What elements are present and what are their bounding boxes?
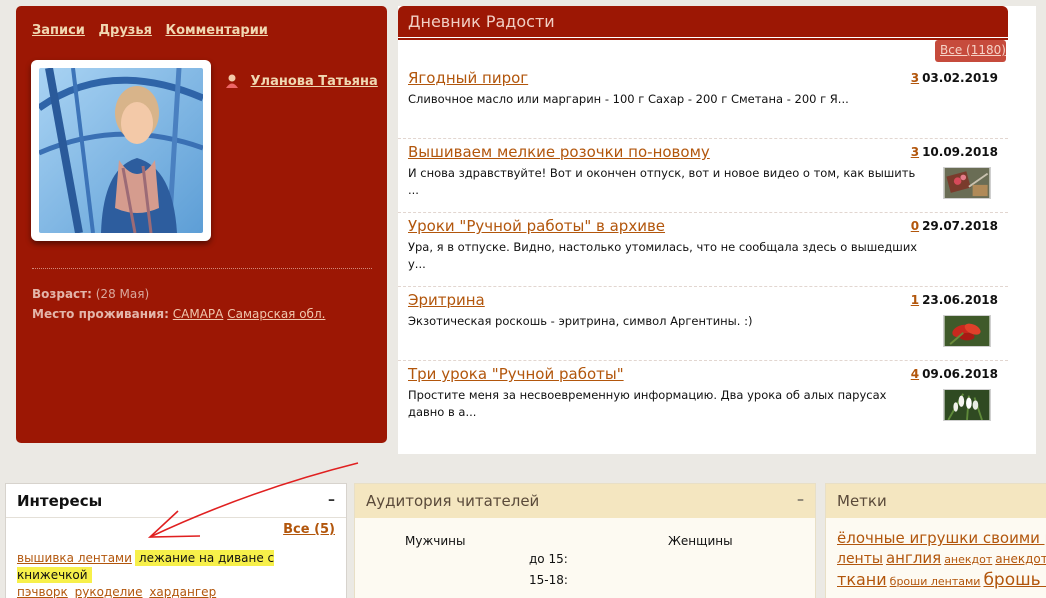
audience-minimize-button[interactable]: – — [797, 492, 804, 508]
post-date: 03.02.2019 — [922, 71, 998, 85]
audience-header: Аудитория читателей – — [355, 484, 815, 518]
interest-link[interactable]: пэчворк — [17, 585, 68, 598]
user-icon — [226, 74, 238, 88]
diary-post: Эритрина 1 23.06.2018 Экзотическая роскош… — [398, 287, 1008, 361]
post-title-link[interactable]: Вышиваем мелкие розочки по-новому — [408, 143, 710, 161]
tag-link[interactable]: ёлочные игрушки своими руками — [837, 529, 1046, 547]
nav-comments-link[interactable]: Комментарии — [165, 23, 267, 38]
profile-nav: Записи Друзья Комментарии — [32, 23, 277, 38]
tags-header: Метки — [826, 484, 1046, 518]
residence-label: Место проживания: — [32, 307, 169, 321]
audience-title: Аудитория читателей — [366, 492, 540, 510]
diary-post: Ягодный пирог 3 03.02.2019 Сливочное масл… — [398, 65, 1008, 139]
interests-minimize-button[interactable]: – — [328, 492, 335, 508]
interest-link[interactable]: вышивка лентами — [17, 551, 132, 565]
nav-friends-link[interactable]: Друзья — [98, 23, 151, 38]
diary-post: Три урока "Ручной работы" 4 09.06.2018 Пр… — [398, 361, 1008, 441]
username-link[interactable]: Уланова Татьяна — [251, 74, 378, 89]
age-row: Возраст: (28 Мая) — [32, 287, 149, 301]
post-meta: 1 23.06.2018 — [911, 293, 998, 307]
diary-title: Дневник Радости — [398, 6, 1008, 37]
interest-link[interactable]: хардангер — [149, 585, 216, 598]
city-link[interactable]: САМАРА — [173, 307, 224, 321]
profile-divider — [32, 268, 372, 269]
post-comments-link[interactable]: 3 — [911, 145, 919, 159]
post-excerpt: Простите меня за несвоевременную информа… — [408, 388, 887, 419]
diary-post: Уроки "Ручной работы" в архиве 0 29.07.20… — [398, 213, 1008, 287]
white-flower-thumbnail[interactable] — [943, 389, 991, 421]
interest-link[interactable]: рукоделие — [75, 585, 143, 598]
post-meta: 3 03.02.2019 — [911, 71, 998, 85]
diary-all-button[interactable]: Все (1180) — [935, 40, 1006, 62]
post-date: 10.09.2018 — [922, 145, 998, 159]
female-column-label: Женщины — [668, 534, 733, 548]
post-excerpt: Экзотическая роскошь - эритрина, символ … — [408, 314, 753, 328]
post-comments-link[interactable]: 4 — [911, 367, 919, 381]
post-date: 29.07.2018 — [922, 219, 998, 233]
residence-row: Место проживания: САМАРА Самарская обл. — [32, 307, 325, 321]
post-title-link[interactable]: Три урока "Ручной работы" — [408, 365, 624, 383]
interests-widget: Интересы – Все (5) вышивка лентами лежани… — [5, 483, 347, 598]
post-meta: 0 29.07.2018 — [911, 219, 998, 233]
age-value: (28 Мая) — [95, 287, 150, 301]
tag-link[interactable]: ткани — [837, 570, 887, 589]
interests-all-link[interactable]: Все (5) — [283, 522, 335, 537]
audience-widget: Аудитория читателей – Мужчины Женщины до… — [354, 483, 816, 598]
diary-panel: Дневник Радости Все (1180) Ягодный пирог… — [398, 6, 1036, 454]
tag-link[interactable]: брошь из лент — [983, 570, 1046, 590]
age-label: Возраст: — [32, 287, 92, 301]
tag-link[interactable]: ленты — [837, 551, 883, 567]
post-excerpt: Ура, я в отпуске. Видно, настолько утоми… — [408, 240, 918, 271]
tag-link[interactable]: англия — [886, 549, 941, 567]
post-comments-link[interactable]: 3 — [911, 71, 919, 85]
post-date: 23.06.2018 — [922, 293, 998, 307]
post-meta: 3 10.09.2018 — [911, 145, 998, 159]
post-comments-link[interactable]: 0 — [911, 219, 919, 233]
profile-username: Уланова Татьяна — [224, 73, 378, 89]
post-title-link[interactable]: Уроки "Ручной работы" в архиве — [408, 217, 665, 235]
post-title-link[interactable]: Эритрина — [408, 291, 485, 309]
tags-widget: Метки ёлочные игрушки своими руками лент… — [825, 483, 1046, 598]
nav-posts-link[interactable]: Записи — [32, 23, 85, 38]
male-column-label: Мужчины — [405, 534, 466, 548]
post-excerpt: Сливочное масло или маргарин - 100 г Сах… — [408, 92, 849, 106]
diary-post: Вышиваем мелкие розочки по-новому 3 10.09… — [398, 139, 1008, 213]
diary-header-rule — [398, 38, 1008, 40]
avatar-frame — [31, 60, 211, 241]
interests-list: вышивка лентами лежание на диване с книже… — [17, 550, 342, 598]
tag-cloud: ёлочные игрушки своими руками лентыангли… — [837, 528, 1046, 592]
age-group-row: до 15: — [529, 552, 568, 566]
post-excerpt: И снова здравствуйте! Вот и окончен отпу… — [408, 166, 916, 197]
post-comments-link[interactable]: 1 — [911, 293, 919, 307]
age-group-row: 15-18: — [529, 573, 568, 587]
embroidery-thumbnail[interactable] — [943, 167, 991, 199]
post-date: 09.06.2018 — [922, 367, 998, 381]
interests-header: Интересы – — [6, 484, 346, 518]
tags-title: Метки — [837, 492, 887, 510]
post-meta: 4 09.06.2018 — [911, 367, 998, 381]
region-link[interactable]: Самарская обл. — [227, 307, 325, 321]
tag-link[interactable]: броши лентами — [890, 575, 981, 588]
interests-title: Интересы — [17, 492, 103, 510]
tag-link[interactable]: анекдот — [995, 552, 1046, 566]
tag-link[interactable]: анекдот — [944, 553, 992, 566]
avatar[interactable] — [39, 68, 203, 233]
profile-panel: Записи Друзья Комментарии Уланова Татьян… — [16, 6, 387, 443]
diary-all-label[interactable]: Все (1180) — [940, 43, 1006, 57]
post-title-link[interactable]: Ягодный пирог — [408, 69, 528, 87]
red-flower-thumbnail[interactable] — [943, 315, 991, 347]
